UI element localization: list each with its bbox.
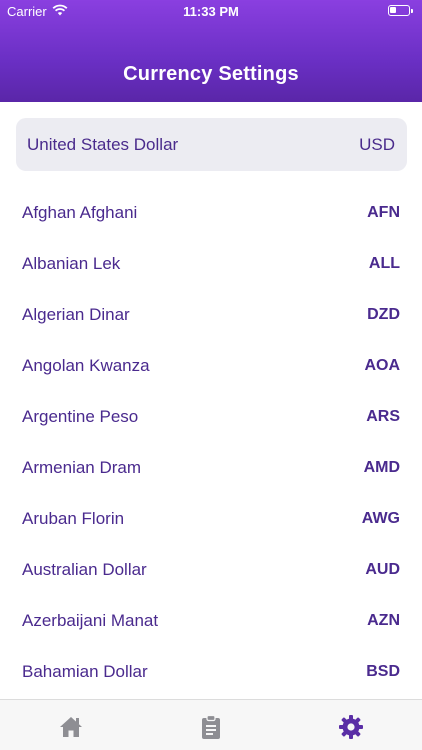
currency-name: Bahamian Dollar — [22, 661, 148, 681]
status-bar: Carrier 11:33 PM — [0, 0, 422, 22]
currency-code: ARS — [366, 407, 400, 425]
currency-name: Argentine Peso — [22, 406, 139, 426]
selected-currency[interactable]: United States Dollar USD — [16, 118, 407, 171]
currency-row-aoa[interactable]: Angolan Kwanza AOA — [0, 340, 422, 391]
currency-code: AMD — [363, 458, 400, 476]
currency-row-awg[interactable]: Aruban Florin AWG — [0, 493, 422, 544]
tab-bar — [0, 699, 422, 750]
currency-code: AOA — [364, 356, 400, 374]
currency-row-amd[interactable]: Armenian Dram AMD — [0, 442, 422, 493]
currency-name: Azerbaijani Manat — [22, 610, 159, 630]
selected-currency-name: United States Dollar — [27, 134, 179, 154]
currency-code: AWG — [361, 509, 400, 527]
currency-row-azn[interactable]: Azerbaijani Manat AZN — [0, 595, 422, 646]
currency-row-aud[interactable]: Australian Dollar AUD — [0, 544, 422, 595]
gear-icon[interactable] — [338, 714, 364, 740]
page-title: Currency Settings — [123, 63, 299, 85]
clipboard-icon[interactable] — [198, 714, 224, 740]
currency-code: AUD — [365, 560, 400, 578]
currency-name: Albanian Lek — [22, 253, 121, 273]
currency-code: BSD — [366, 662, 400, 680]
currency-code: AZN — [367, 611, 400, 629]
currency-code: DZD — [367, 305, 400, 323]
selected-currency-code: USD — [359, 134, 395, 154]
currency-row-dzd[interactable]: Algerian Dinar DZD — [0, 289, 422, 340]
currency-row-all[interactable]: Albanian Lek ALL — [0, 238, 422, 289]
currency-name: Australian Dollar — [22, 559, 147, 579]
currency-list: Afghan Afghani AFN Albanian Lek ALL Alge… — [0, 187, 422, 697]
currency-name: Angolan Kwanza — [22, 355, 150, 375]
currency-code: ALL — [368, 254, 400, 272]
battery-icon — [388, 5, 413, 16]
currency-name: Algerian Dinar — [22, 304, 130, 324]
home-icon[interactable] — [58, 714, 84, 740]
currency-row-bsd[interactable]: Bahamian Dollar BSD — [0, 646, 422, 697]
currency-row-afn[interactable]: Afghan Afghani AFN — [0, 187, 422, 238]
currency-row-ars[interactable]: Argentine Peso ARS — [0, 391, 422, 442]
currency-name: Aruban Florin — [22, 508, 125, 528]
currency-name: Armenian Dram — [22, 457, 142, 477]
app-header: Carrier 11:33 PM Currency Settings — [0, 0, 422, 102]
currency-code: AFN — [367, 203, 400, 221]
clock: 11:33 PM — [183, 4, 239, 19]
currency-name: Afghan Afghani — [22, 202, 138, 222]
